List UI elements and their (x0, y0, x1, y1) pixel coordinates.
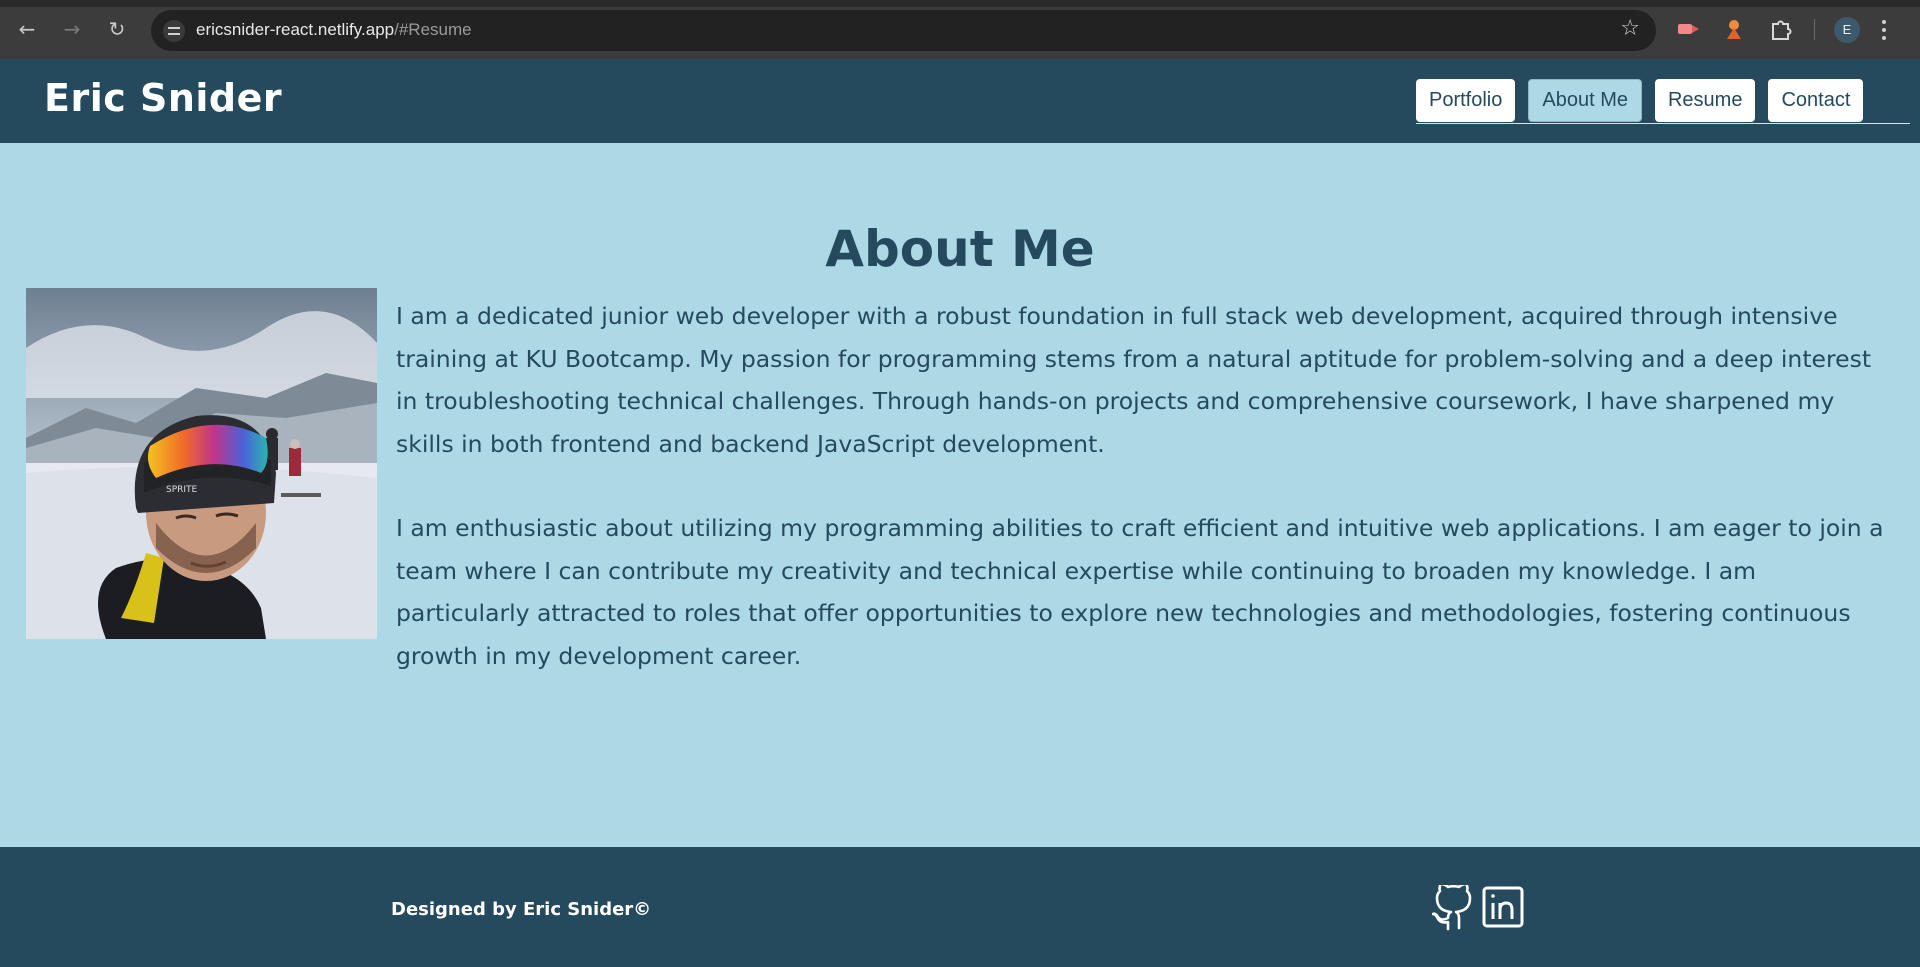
tab-strip-edge (0, 0, 1920, 7)
forward-icon[interactable]: → (59, 16, 85, 42)
url-path: /#Resume (394, 20, 472, 39)
url-host: ericsnider-react.netlify.app (196, 20, 395, 39)
nav-divider (1416, 123, 1910, 124)
site-settings-icon[interactable] (163, 20, 185, 42)
extensions-puzzle-icon[interactable] (1768, 16, 1794, 42)
menu-kebab-icon[interactable] (1880, 17, 1888, 43)
extension-icon[interactable] (1721, 16, 1747, 42)
site-footer: Designed by Eric Snider© (0, 847, 1920, 967)
profile-avatar[interactable]: E (1834, 17, 1860, 43)
bookmark-star-icon[interactable]: ☆ (1620, 16, 1640, 41)
address-bar[interactable]: ericsnider-react.netlify.app/#Resume ☆ (151, 10, 1656, 51)
profile-photo: SPRITE (26, 288, 377, 639)
nav-portfolio[interactable]: Portfolio (1416, 79, 1516, 122)
browser-toolbar: ← → ↻ ericsnider-react.netlify.app/#Resu… (0, 0, 1920, 59)
about-paragraph-2: I am enthusiastic about utilizing my pro… (396, 514, 1884, 670)
main-nav: Portfolio About Me Resume Contact (1416, 79, 1864, 122)
nav-contact[interactable]: Contact (1768, 79, 1864, 122)
about-paragraph-1: I am a dedicated junior web developer wi… (396, 302, 1872, 458)
svg-text:SPRITE: SPRITE (166, 485, 198, 495)
linkedin-icon[interactable] (1482, 885, 1526, 931)
toolbar-separator (1814, 19, 1815, 40)
site-header: Eric Snider Portfolio About Me Resume Co… (0, 59, 1920, 143)
footer-credit: Designed by Eric Snider© (391, 899, 652, 920)
reload-icon[interactable]: ↻ (104, 16, 130, 42)
github-icon[interactable] (1431, 882, 1476, 931)
site-title[interactable]: Eric Snider (44, 76, 282, 120)
nav-resume[interactable]: Resume (1654, 79, 1756, 122)
nav-about-me[interactable]: About Me (1528, 79, 1642, 122)
back-icon[interactable]: ← (14, 16, 40, 42)
extension-icon[interactable] (1675, 16, 1701, 42)
url-text[interactable]: ericsnider-react.netlify.app/#Resume (196, 20, 472, 40)
section-heading: About Me (825, 220, 1095, 278)
